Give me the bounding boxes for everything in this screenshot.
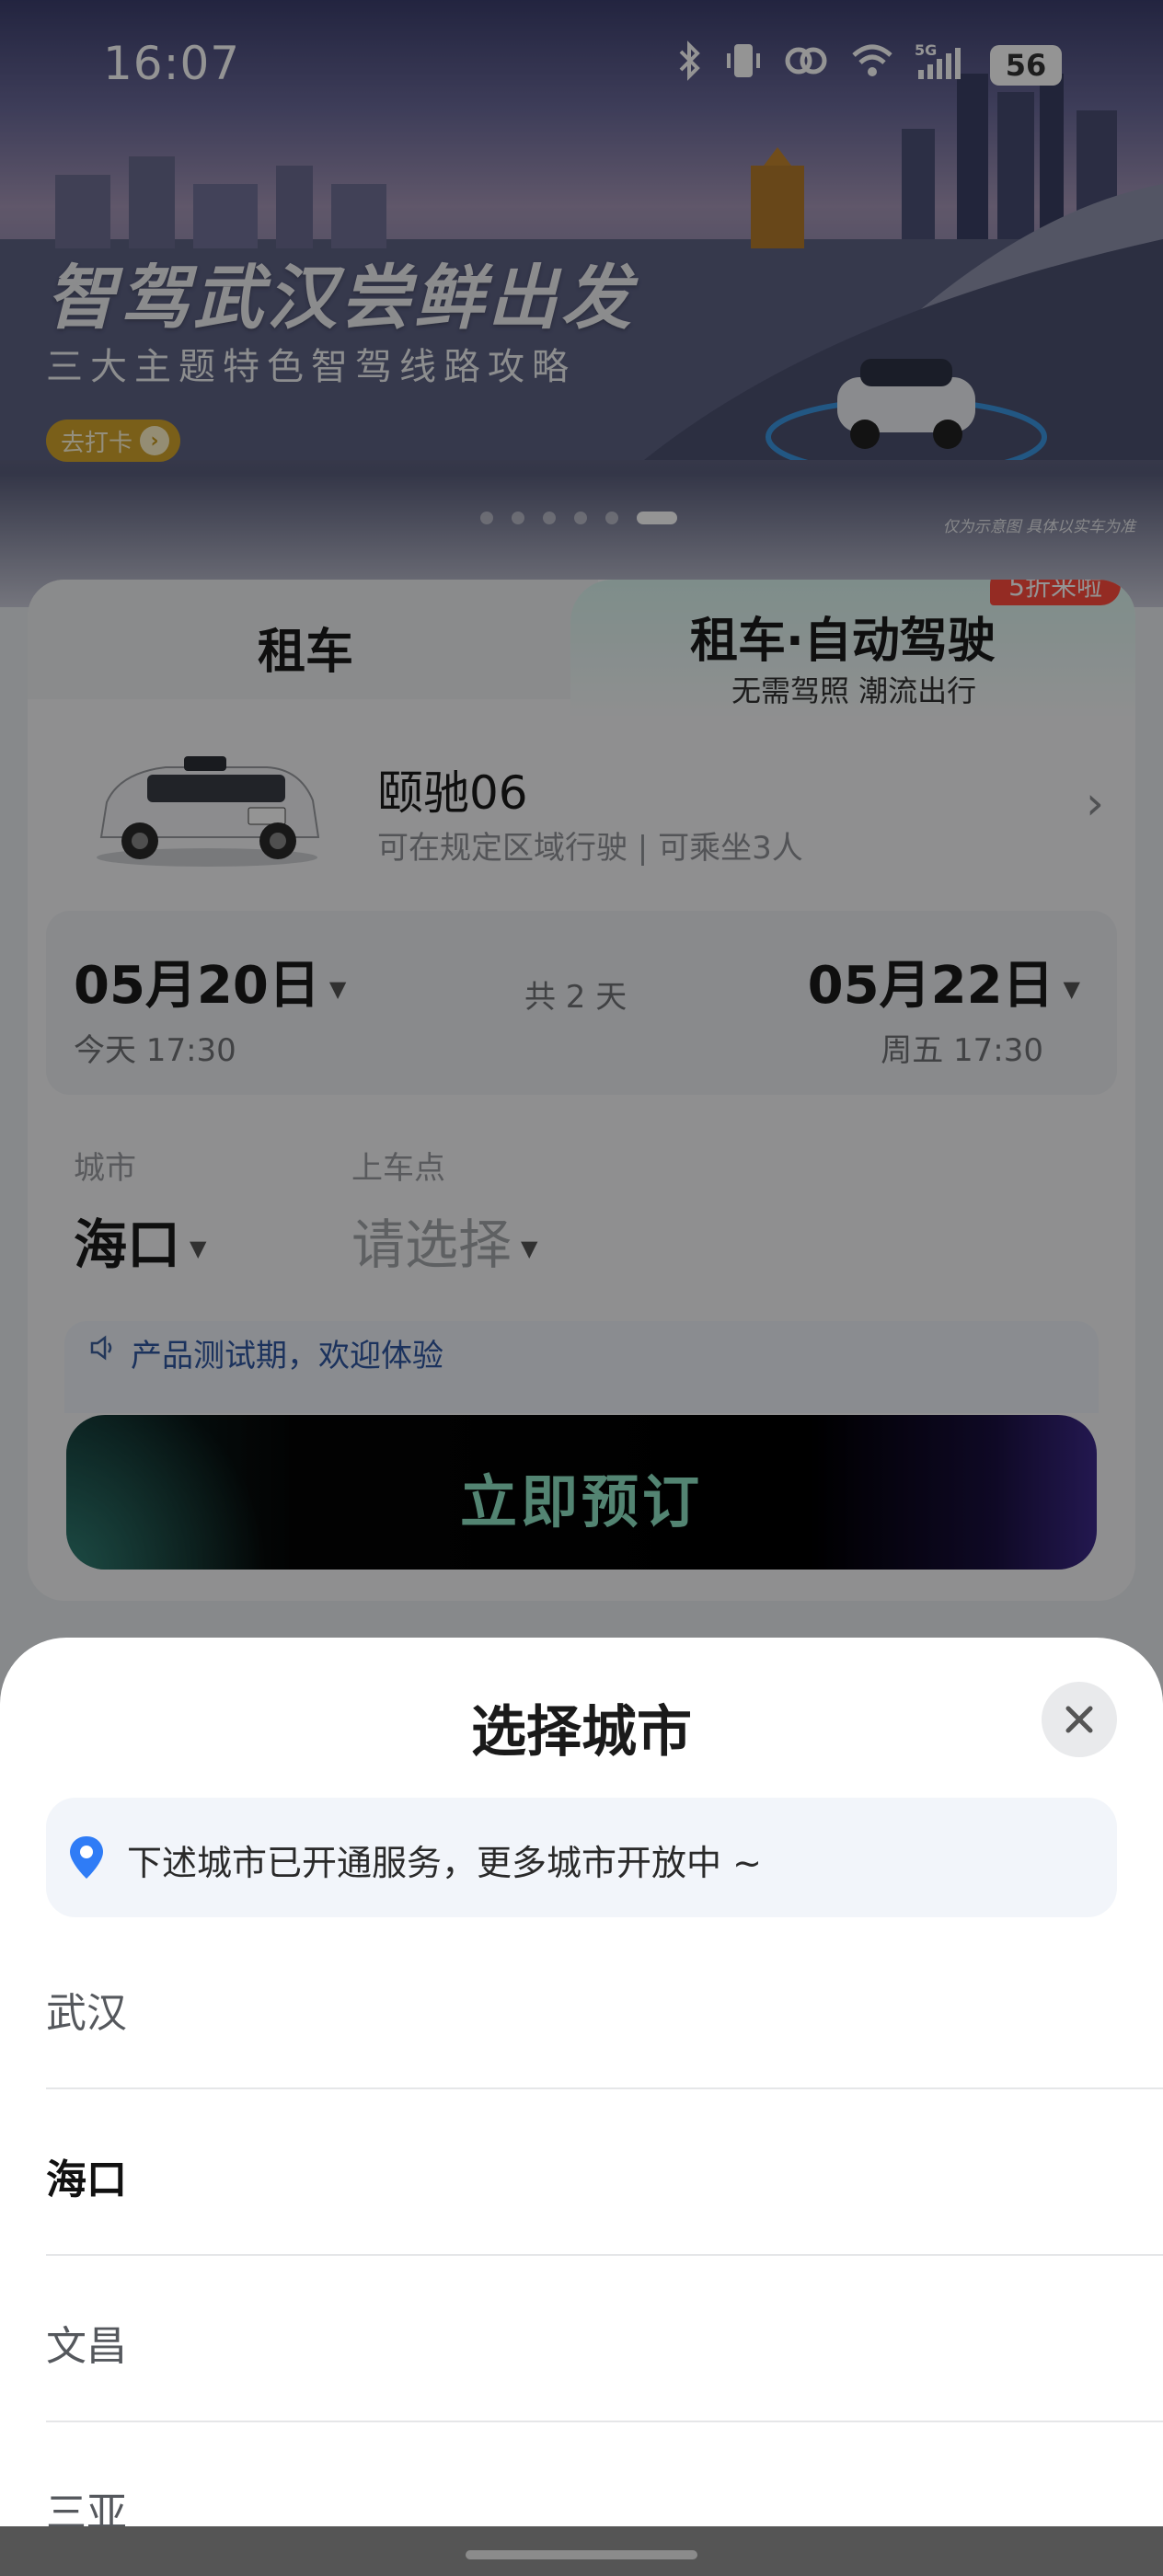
home-indicator[interactable] — [466, 2550, 697, 2559]
city-option-label: 文昌 — [46, 2323, 127, 2370]
city-option[interactable]: 文昌 — [46, 2256, 1163, 2422]
sheet-title: 选择城市 — [471, 1700, 692, 1765]
close-button[interactable] — [1042, 1682, 1117, 1757]
city-option-label: 海口 — [46, 2156, 127, 2203]
city-option-label: 武汉 — [46, 1990, 127, 2037]
city-picker-sheet: 选择城市 下述城市已开通服务，更多城市开放中 ~ 武汉 海口 文昌 三亚 — [0, 1638, 1163, 2576]
close-icon — [1065, 1706, 1093, 1733]
city-option-selected[interactable]: 海口 — [46, 2089, 1163, 2256]
service-tip-text: 下述城市已开通服务，更多城市开放中 ~ — [127, 1843, 762, 1883]
city-option[interactable]: 武汉 — [46, 1923, 1163, 2089]
location-pin-icon — [70, 1836, 103, 1879]
city-list: 武汉 海口 文昌 三亚 — [46, 1923, 1163, 2576]
service-tip: 下述城市已开通服务，更多城市开放中 ~ — [46, 1798, 1117, 1917]
